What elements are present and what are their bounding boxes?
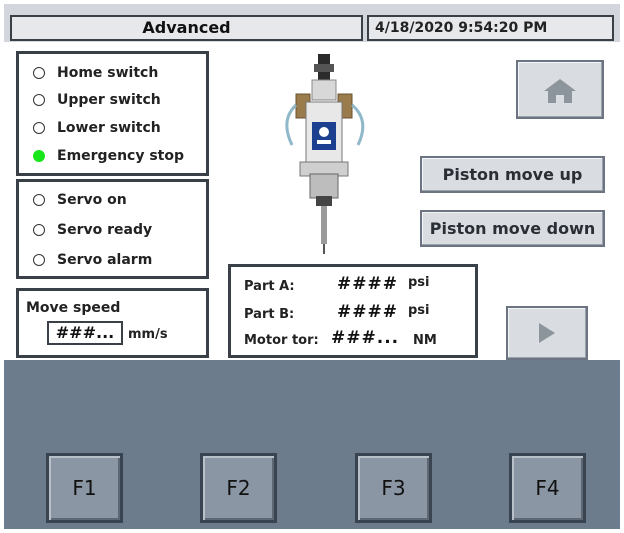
limit-switch-status-box: Home switch Upper switch Lower switch Em… (16, 51, 209, 176)
servo-alarm-indicator: Servo alarm (33, 250, 152, 270)
piston-move-up-button[interactable]: Piston move up (420, 156, 605, 193)
f1-key[interactable]: F1 (46, 453, 123, 523)
piston-move-up-label: Piston move up (442, 165, 583, 184)
move-speed-value: ###... (55, 323, 115, 342)
led-icon (33, 194, 45, 206)
piston-move-down-button[interactable]: Piston move down (420, 210, 605, 247)
led-icon (33, 224, 45, 236)
datetime-display: 4/18/2020 9:54:20 PM (367, 15, 614, 41)
led-on-icon (33, 150, 45, 162)
part-a-unit: psi (408, 275, 430, 290)
lower-switch-indicator: Lower switch (33, 118, 161, 138)
emergency-stop-indicator: Emergency stop (33, 146, 184, 166)
f4-key[interactable]: F4 (509, 453, 586, 523)
servo-alarm-label: Servo alarm (57, 252, 153, 268)
part-b-label: Part B: (244, 307, 295, 322)
servo-ready-indicator: Servo ready (33, 220, 152, 240)
page-title: Advanced (10, 15, 363, 41)
f3-label: F3 (381, 476, 406, 500)
part-b-unit: psi (408, 303, 430, 318)
motor-torque-unit: NM (413, 333, 437, 348)
home-switch-label: Home switch (57, 65, 159, 81)
home-switch-indicator: Home switch (33, 63, 158, 83)
led-icon (33, 122, 45, 134)
motor-torque-value: ###... (331, 328, 400, 348)
lower-switch-label: Lower switch (57, 120, 161, 136)
part-b-value: #### (337, 302, 398, 322)
pressure-torque-readout-box: Part A: #### psi Part B: #### psi Motor … (228, 264, 478, 358)
f4-label: F4 (535, 476, 560, 500)
f3-key[interactable]: F3 (355, 453, 432, 523)
next-page-button[interactable] (506, 306, 588, 360)
servo-ready-label: Servo ready (57, 222, 153, 238)
led-icon (33, 67, 45, 79)
part-a-value: #### (337, 274, 398, 294)
home-button[interactable] (516, 60, 604, 119)
servo-on-indicator: Servo on (33, 190, 127, 210)
led-icon (33, 254, 45, 266)
led-icon (33, 94, 45, 106)
move-speed-input[interactable]: ###... (47, 321, 123, 345)
f2-key[interactable]: F2 (200, 453, 277, 523)
emergency-stop-label: Emergency stop (57, 148, 184, 164)
move-speed-box: Move speed ###... mm/s (16, 288, 209, 358)
home-icon (544, 78, 576, 103)
piston-move-down-label: Piston move down (429, 219, 596, 238)
motor-torque-label: Motor tor: (244, 333, 319, 348)
f1-label: F1 (72, 476, 97, 500)
servo-status-box: Servo on Servo ready Servo alarm (16, 179, 209, 279)
play-arrow-icon (539, 323, 555, 343)
servo-on-label: Servo on (57, 192, 127, 208)
move-speed-label: Move speed (26, 300, 121, 316)
upper-switch-indicator: Upper switch (33, 90, 161, 110)
move-speed-unit: mm/s (128, 327, 168, 342)
f2-label: F2 (226, 476, 251, 500)
dispenser-valve-image (285, 54, 365, 254)
upper-switch-label: Upper switch (57, 92, 161, 108)
part-a-label: Part A: (244, 279, 295, 294)
